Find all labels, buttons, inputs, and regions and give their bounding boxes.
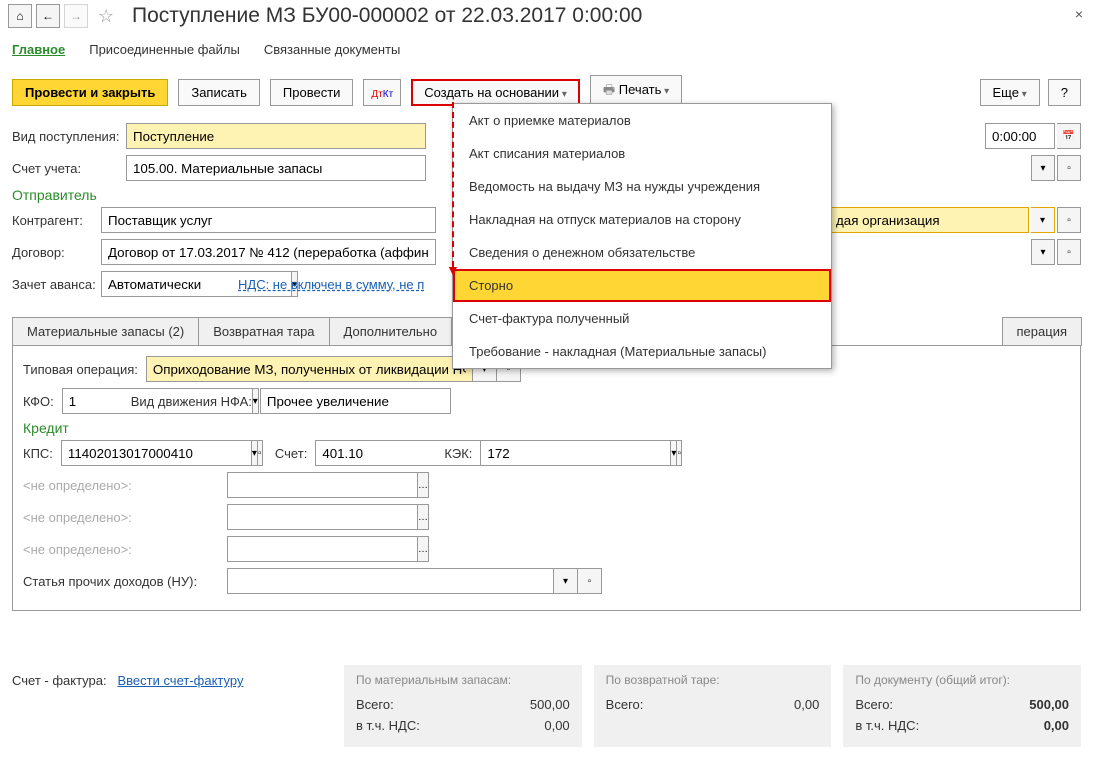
schet-label: Счет:: [275, 446, 307, 461]
more-button[interactable]: Еще: [980, 79, 1040, 106]
type-label: Вид поступления:: [12, 129, 122, 144]
post-and-close-button[interactable]: Провести и закрыть: [12, 79, 168, 106]
nds-link[interactable]: НДС: не включен в сумму, не п: [238, 277, 424, 292]
undef-field-3[interactable]: [227, 536, 418, 562]
enter-invoice-link[interactable]: Ввести счет-фактуру: [117, 673, 243, 688]
post-button[interactable]: Провести: [270, 79, 354, 106]
menu-item-storno[interactable]: Сторно: [453, 269, 831, 302]
save-button[interactable]: Записать: [178, 79, 260, 106]
kps-label: КПС:: [23, 446, 53, 461]
contract2-dropdown-icon[interactable]: ▾: [1031, 239, 1055, 265]
organization-field[interactable]: [829, 207, 1029, 233]
kps-field[interactable]: [61, 440, 252, 466]
credit-section-title: Кредит: [23, 420, 1070, 436]
undef1-more-icon[interactable]: …: [418, 472, 429, 498]
undef-label-1: <не определено>:: [23, 478, 223, 493]
undef-field-2[interactable]: [227, 504, 418, 530]
menu-item-invoice-received[interactable]: Счет-фактура полученный: [453, 302, 831, 335]
type-field[interactable]: [126, 123, 426, 149]
tab-materials[interactable]: Материальные запасы (2): [12, 317, 199, 346]
menu-item-money-obligation[interactable]: Сведения о денежном обязательстве: [453, 236, 831, 269]
tab-tare[interactable]: Возвратная тара: [198, 317, 329, 346]
undef-label-3: <не определено>:: [23, 542, 223, 557]
calendar-icon[interactable]: 📅: [1057, 123, 1081, 149]
undef3-more-icon[interactable]: …: [418, 536, 429, 562]
help-button[interactable]: ?: [1048, 79, 1081, 106]
kps-open-icon[interactable]: ▫: [258, 440, 263, 466]
annotation-arrowhead: ▼: [446, 262, 460, 278]
article-field[interactable]: [227, 568, 554, 594]
undef-label-2: <не определено>:: [23, 510, 223, 525]
typical-op-label: Типовая операция:: [23, 362, 138, 377]
contract-label: Договор:: [12, 245, 97, 260]
create-basis-menu: Акт о приемке материалов Акт списания ма…: [452, 103, 832, 369]
summary-materials: По материальным запасам: Всего:500,00 в …: [344, 665, 582, 747]
favorite-icon[interactable]: ☆: [98, 6, 118, 26]
counterparty-label: Контрагент:: [12, 213, 97, 228]
menu-item-requirement[interactable]: Требование - накладная (Материальные зап…: [453, 335, 831, 368]
home-button[interactable]: ⌂: [8, 4, 32, 28]
menu-item-act-writeoff[interactable]: Акт списания материалов: [453, 137, 831, 170]
undef-field-1[interactable]: [227, 472, 418, 498]
movement-field[interactable]: [260, 388, 451, 414]
tab-related[interactable]: Связанные документы: [264, 38, 401, 61]
account-open-icon[interactable]: ▫: [1057, 155, 1081, 181]
forward-button[interactable]: →: [64, 4, 88, 28]
back-button[interactable]: ←: [36, 4, 60, 28]
annotation-arrow: [452, 102, 454, 267]
summary-document: По документу (общий итог): Всего:500,00 …: [843, 665, 1081, 747]
movement-label: Вид движения НФА:: [131, 394, 252, 409]
kfo-dropdown-icon[interactable]: ▾: [253, 388, 259, 414]
close-icon[interactable]: ×: [1075, 6, 1083, 22]
document-title: Поступление МЗ БУ00-000002 от 22.03.2017…: [132, 4, 642, 28]
org-dropdown-icon[interactable]: ▾: [1031, 207, 1055, 233]
account-field[interactable]: [126, 155, 426, 181]
dt-kt-button[interactable]: ДтКт: [363, 79, 401, 106]
invoice-label: Счет - фактура:: [12, 673, 107, 688]
org-open-icon[interactable]: ▫: [1057, 207, 1081, 233]
kek-field[interactable]: [480, 440, 671, 466]
create-on-basis-button[interactable]: Создать на основании: [411, 79, 580, 106]
account-dropdown-icon[interactable]: ▾: [1031, 155, 1055, 181]
tab-files[interactable]: Присоединенные файлы: [89, 38, 240, 61]
advance-label: Зачет аванса:: [12, 277, 97, 292]
kek-open-icon[interactable]: ▫: [677, 440, 682, 466]
menu-item-act-receipt[interactable]: Акт о приемке материалов: [453, 104, 831, 137]
undef2-more-icon[interactable]: …: [418, 504, 429, 530]
contract2-open-icon[interactable]: ▫: [1057, 239, 1081, 265]
menu-item-nakladnaya[interactable]: Накладная на отпуск материалов на сторон…: [453, 203, 831, 236]
summary-tare: По возвратной таре: Всего:0,00: [594, 665, 832, 747]
kfo-label: КФО:: [23, 394, 54, 409]
tab-main[interactable]: Главное: [12, 38, 65, 61]
menu-item-vedomost[interactable]: Ведомость на выдачу МЗ на нужды учрежден…: [453, 170, 831, 203]
article-open-icon[interactable]: ▫: [578, 568, 602, 594]
date-field[interactable]: [985, 123, 1055, 149]
account-label: Счет учета:: [12, 161, 122, 176]
typical-op-field[interactable]: [146, 356, 473, 382]
schet-field[interactable]: [315, 440, 506, 466]
tab-additional[interactable]: Дополнительно: [329, 317, 453, 346]
counterparty-field[interactable]: [101, 207, 436, 233]
article-label: Статья прочих доходов (НУ):: [23, 574, 223, 589]
kek-label: КЭК:: [444, 446, 472, 461]
tab-operation[interactable]: перация: [1002, 317, 1082, 346]
article-dropdown-icon[interactable]: ▾: [554, 568, 578, 594]
contract-field[interactable]: [101, 239, 436, 265]
